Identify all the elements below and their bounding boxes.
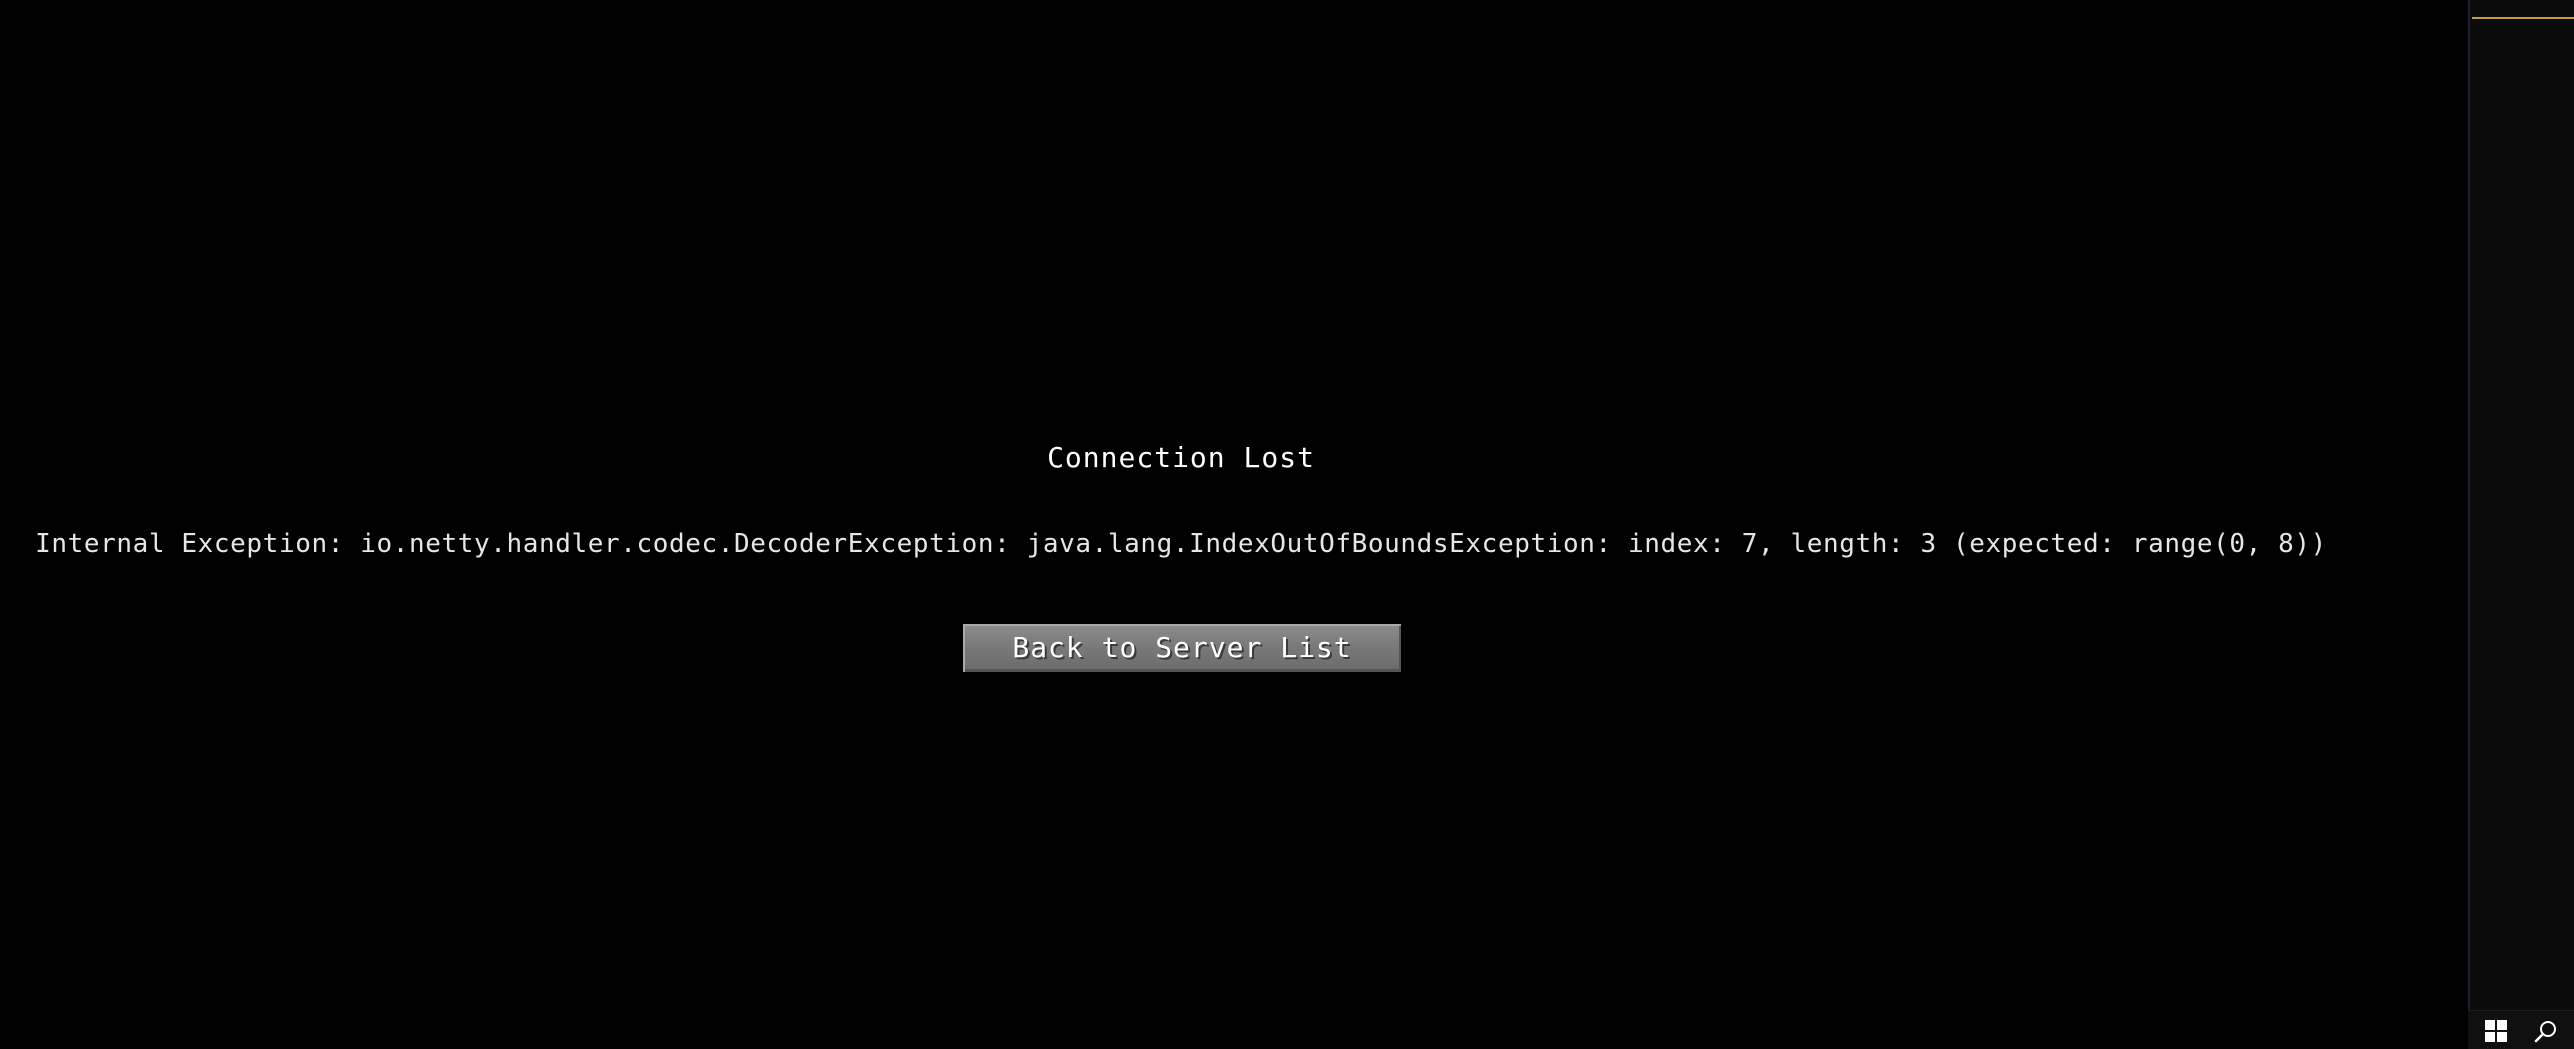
side-window-accent-line	[2472, 17, 2574, 19]
windows-start-icon[interactable]	[2484, 1019, 2508, 1043]
game-window: Connection Lost Internal Exception: io.n…	[0, 0, 2468, 1049]
side-window-panel	[2468, 0, 2574, 1010]
back-to-server-list-button[interactable]: Back to Server List	[961, 622, 1403, 674]
taskbar	[2468, 1010, 2574, 1049]
error-message: Internal Exception: io.netty.handler.cod…	[35, 529, 2327, 559]
search-icon[interactable]	[2534, 1019, 2558, 1043]
screen: Connection Lost Internal Exception: io.n…	[0, 0, 2574, 1049]
dialog-title: Connection Lost	[1047, 441, 1315, 474]
